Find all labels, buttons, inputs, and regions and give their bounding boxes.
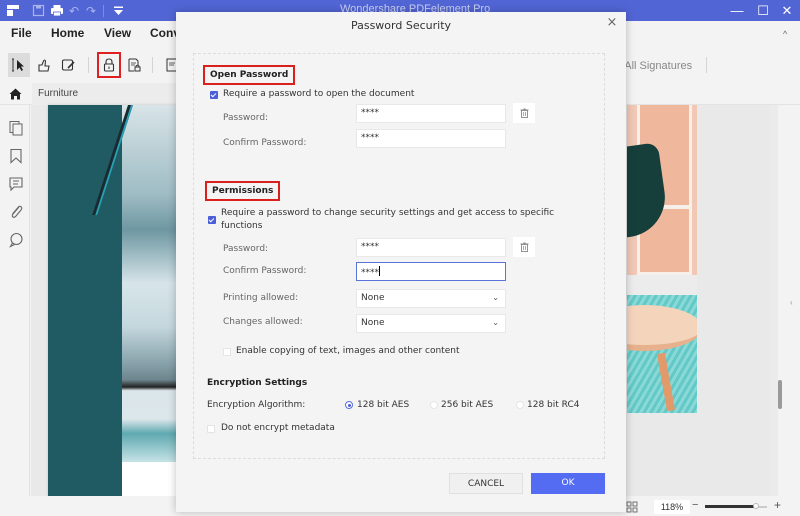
clear-open-password-button[interactable] <box>513 103 535 123</box>
do-not-encrypt-metadata-checkbox[interactable] <box>207 425 215 433</box>
radio-256-aes[interactable] <box>430 401 438 409</box>
pdfelement-window: ↶ ↷ Wondershare PDFelement Pro — ☐ ✕ Fil… <box>0 0 800 516</box>
clear-permissions-password-button[interactable] <box>513 237 535 257</box>
trash-icon <box>520 242 528 252</box>
permissions-confirm-password-input[interactable]: **** <box>356 262 506 281</box>
open-password-heading: Open Password <box>203 65 296 85</box>
require-permissions-password-label-line1: Require a password to change security se… <box>221 208 555 218</box>
ok-button[interactable]: OK <box>531 473 605 494</box>
password-security-dialog: Password Security × Open Password Requir… <box>176 12 626 512</box>
encryption-algorithm-label: Encryption Algorithm: <box>207 400 306 410</box>
permissions-confirm-password-value: **** <box>361 268 379 278</box>
radio-128-rc4-label: 128 bit RC4 <box>527 400 580 410</box>
dialog-close-button[interactable]: × <box>604 15 620 31</box>
dialog-title: Password Security <box>350 19 452 32</box>
open-password-input[interactable]: **** <box>356 104 506 123</box>
trash-icon <box>520 108 528 118</box>
require-open-password-label: Require a password to open the document <box>223 89 415 99</box>
radio-128-aes[interactable] <box>345 401 353 409</box>
enable-copying-label: Enable copying of text, images and other… <box>236 346 460 356</box>
printing-allowed-select[interactable]: None ⌄ <box>356 289 506 308</box>
permissions-heading: Permissions <box>205 181 281 201</box>
open-password-label: Password: <box>223 113 269 123</box>
radio-128-rc4[interactable] <box>516 401 524 409</box>
changes-allowed-select[interactable]: None ⌄ <box>356 314 506 333</box>
permissions-confirm-password-label: Confirm Password: <box>223 266 307 276</box>
open-confirm-password-input[interactable]: **** <box>356 129 506 148</box>
chevron-down-icon: ⌄ <box>492 293 499 302</box>
require-permissions-password-label-line2: functions <box>221 221 263 231</box>
permissions-password-label: Password: <box>223 244 269 254</box>
do-not-encrypt-metadata-label: Do not encrypt metadata <box>221 423 335 433</box>
changes-allowed-value: None <box>361 318 385 328</box>
printing-allowed-value: None <box>361 293 385 303</box>
printing-allowed-label: Printing allowed: <box>223 293 299 303</box>
cancel-button[interactable]: CANCEL <box>449 473 523 494</box>
require-open-password-checkbox[interactable] <box>210 91 218 99</box>
encryption-settings-heading: Encryption Settings <box>207 378 308 388</box>
enable-copying-checkbox[interactable] <box>223 348 231 356</box>
chevron-down-icon: ⌄ <box>492 318 499 327</box>
require-permissions-password-checkbox[interactable] <box>208 216 216 224</box>
radio-256-aes-label: 256 bit AES <box>441 400 494 410</box>
text-caret <box>379 266 380 276</box>
changes-allowed-label: Changes allowed: <box>223 317 303 327</box>
radio-128-aes-label: 128 bit AES <box>357 400 410 410</box>
permissions-password-input[interactable]: **** <box>356 238 506 257</box>
open-confirm-password-label: Confirm Password: <box>223 138 307 148</box>
